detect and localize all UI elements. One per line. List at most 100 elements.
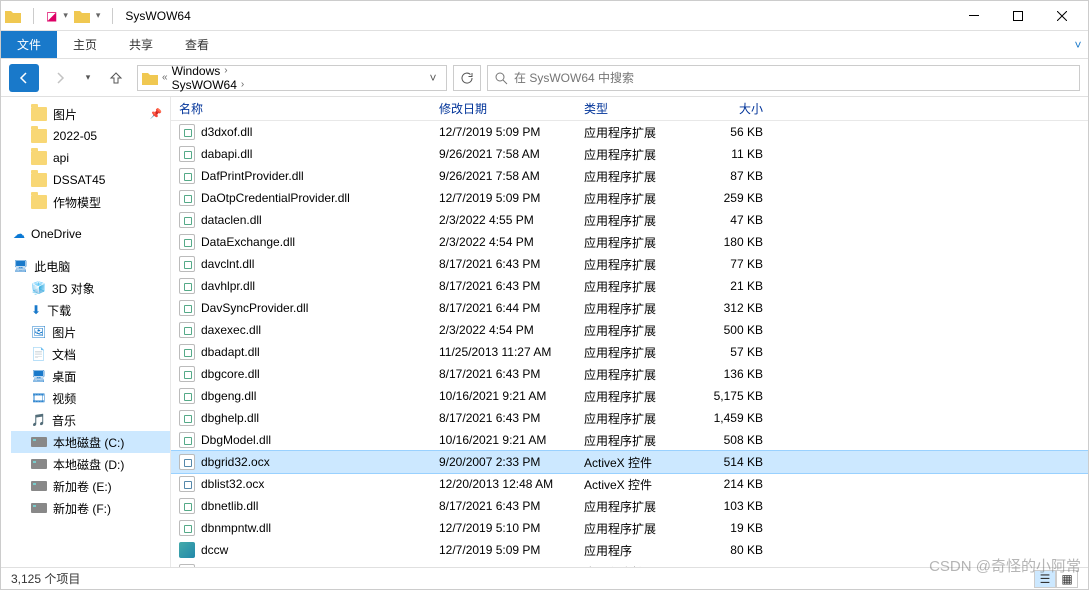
file-row[interactable]: dbnetlib.dll8/17/2021 6:43 PM应用程序扩展103 K… (171, 495, 1088, 517)
nav-quick-item[interactable]: 2022-05 (11, 125, 170, 147)
qat-dropdown-icon[interactable]: ▾ (63, 10, 68, 21)
file-size: 77 KB (691, 257, 771, 271)
col-date[interactable]: 修改日期 (431, 100, 576, 117)
nav-label: 本地磁盘 (D:) (53, 456, 124, 473)
folder-icon (5, 9, 21, 23)
tab-share[interactable]: 共享 (113, 31, 169, 58)
nav-drive-item[interactable]: 本地磁盘 (D:) (11, 453, 170, 475)
file-row[interactable]: DafPrintProvider.dll9/26/2021 7:58 AM应用程… (171, 165, 1088, 187)
file-date: 12/7/2019 5:09 PM (431, 543, 576, 557)
address-bar[interactable]: « Windows›SysWOW64› ˅ (137, 65, 447, 91)
file-row[interactable]: davhlpr.dll8/17/2021 6:43 PM应用程序扩展21 KB (171, 275, 1088, 297)
nav-quick-item[interactable]: 作物模型 (11, 191, 170, 213)
nav-label: 作物模型 (53, 194, 101, 211)
file-row[interactable]: dbnmpntw.dll12/7/2019 5:10 PM应用程序扩展19 KB (171, 517, 1088, 539)
file-size: 1,459 KB (691, 411, 771, 425)
nav-folder-item[interactable]: ⬇下载 (11, 299, 170, 321)
pc-icon: 🖥 (13, 259, 28, 273)
file-icon (179, 146, 195, 162)
folder-icon (31, 129, 47, 143)
file-name: DavSyncProvider.dll (201, 301, 308, 315)
view-large-icon[interactable]: ▦ (1056, 570, 1078, 588)
nav-drive-item[interactable]: 本地磁盘 (C:) (11, 431, 170, 453)
col-name[interactable]: 名称 (171, 100, 431, 117)
file-row[interactable]: dbgcore.dll8/17/2021 6:43 PM应用程序扩展136 KB (171, 363, 1088, 385)
file-name: daxexec.dll (201, 323, 261, 337)
nav-quick-item[interactable]: 图片📌 (11, 103, 170, 125)
nav-label: api (53, 151, 69, 165)
minimize-button[interactable] (952, 2, 996, 30)
col-type[interactable]: 类型 (576, 100, 691, 117)
breadcrumb-item[interactable]: SysWOW64› (172, 78, 245, 92)
tab-file[interactable]: 文件 (1, 31, 57, 58)
file-row[interactable]: DaOtpCredentialProvider.dll12/7/2019 5:0… (171, 187, 1088, 209)
nav-drive-item[interactable]: 新加卷 (F:) (11, 497, 170, 519)
search-input[interactable] (514, 71, 1073, 85)
file-row[interactable]: DbgModel.dll10/16/2021 9:21 AM应用程序扩展508 … (171, 429, 1088, 451)
recent-dropdown[interactable]: ▾ (81, 64, 95, 92)
file-row[interactable]: dabapi.dll 9/26/2021 7:58 AM应用程序扩展11 KB (171, 143, 1088, 165)
file-row[interactable]: dataclen.dll2/3/2022 4:55 PM应用程序扩展47 KB (171, 209, 1088, 231)
nav-thispc[interactable]: 🖥 此电脑 (11, 255, 170, 277)
file-list[interactable]: d3dxof.dll12/7/2019 5:09 PM应用程序扩展56 KBda… (171, 121, 1088, 567)
file-size: 11 KB (691, 147, 771, 161)
file-row[interactable]: daxexec.dll2/3/2022 4:54 PM应用程序扩展500 KB (171, 319, 1088, 341)
file-name: DbgModel.dll (201, 433, 271, 447)
file-type: 应用程序扩展 (576, 146, 691, 163)
file-type: 应用程序扩展 (576, 520, 691, 537)
tab-home[interactable]: 主页 (57, 31, 113, 58)
file-row[interactable]: davclnt.dll8/17/2021 6:43 PM应用程序扩展77 KB (171, 253, 1088, 275)
breadcrumb-leading[interactable]: « (162, 72, 168, 83)
tab-view[interactable]: 查看 (169, 31, 225, 58)
maximize-button[interactable] (996, 2, 1040, 30)
file-row[interactable]: dbgrid32.ocx9/20/2007 2:33 PMActiveX 控件5… (171, 451, 1088, 473)
nav-quick-item[interactable]: DSSAT45 (11, 169, 170, 191)
file-size: 214 KB (691, 477, 771, 491)
pictures-icon: 🖼 (31, 325, 46, 339)
file-row[interactable]: d3dxof.dll12/7/2019 5:09 PM应用程序扩展56 KB (171, 121, 1088, 143)
file-row[interactable]: DataExchange.dll2/3/2022 4:54 PM应用程序扩展18… (171, 231, 1088, 253)
breadcrumb-item[interactable]: Windows› (172, 64, 245, 78)
file-row[interactable]: dbghelp.dll8/17/2021 6:43 PM应用程序扩展1,459 … (171, 407, 1088, 429)
file-row[interactable]: dbadapt.dll11/25/2013 11:27 AM应用程序扩展57 K… (171, 341, 1088, 363)
refresh-button[interactable] (453, 65, 481, 91)
file-type: ActiveX 控件 (576, 454, 691, 471)
view-details-icon[interactable]: ☰ (1034, 570, 1056, 588)
file-name: dataclen.dll (201, 213, 262, 227)
file-row[interactable]: DavSyncProvider.dll8/17/2021 6:44 PM应用程序… (171, 297, 1088, 319)
qat-prop-icon[interactable]: ◪ (46, 9, 57, 23)
nav-label: 音乐 (52, 412, 76, 429)
search-box[interactable] (487, 65, 1080, 91)
nav-folder-item[interactable]: 🎵音乐 (11, 409, 170, 431)
nav-folder-item[interactable]: 🎞视频 (11, 387, 170, 409)
file-date: 9/20/2007 2:33 PM (431, 455, 576, 469)
nav-onedrive[interactable]: ☁ OneDrive (11, 223, 170, 245)
qat-chevron[interactable]: ▾ (96, 10, 101, 21)
nav-folder-item[interactable]: 🧊3D 对象 (11, 277, 170, 299)
col-size[interactable]: 大小 (691, 100, 771, 117)
file-icon (179, 212, 195, 228)
file-name: DafPrintProvider.dll (201, 169, 304, 183)
file-icon (179, 388, 195, 404)
file-name: dabapi.dll (201, 147, 252, 161)
address-dropdown[interactable]: ˅ (424, 71, 442, 85)
file-date: 9/26/2021 7:58 AM (431, 147, 576, 161)
up-button[interactable] (101, 64, 131, 92)
drive-icon (31, 437, 47, 447)
drive-icon (31, 459, 47, 469)
file-row[interactable]: dblist32.ocx12/20/2013 12:48 AMActiveX 控… (171, 473, 1088, 495)
file-icon (179, 454, 195, 470)
file-date: 2/3/2022 4:54 PM (431, 235, 576, 249)
back-button[interactable] (9, 64, 39, 92)
ribbon-expand-icon[interactable]: ˅ (1068, 31, 1088, 58)
nav-folder-item[interactable]: 🖥桌面 (11, 365, 170, 387)
nav-drive-item[interactable]: 新加卷 (E:) (11, 475, 170, 497)
file-row[interactable]: dccw12/7/2019 5:09 PM应用程序80 KB (171, 539, 1088, 561)
nav-folder-item[interactable]: 📄文档 (11, 343, 170, 365)
file-date: 8/17/2021 6:43 PM (431, 411, 576, 425)
nav-folder-item[interactable]: 🖼图片 (11, 321, 170, 343)
file-name: dbadapt.dll (201, 345, 260, 359)
file-row[interactable]: dbgeng.dll10/16/2021 9:21 AM应用程序扩展5,175 … (171, 385, 1088, 407)
nav-quick-item[interactable]: api (11, 147, 170, 169)
close-button[interactable] (1040, 2, 1084, 30)
